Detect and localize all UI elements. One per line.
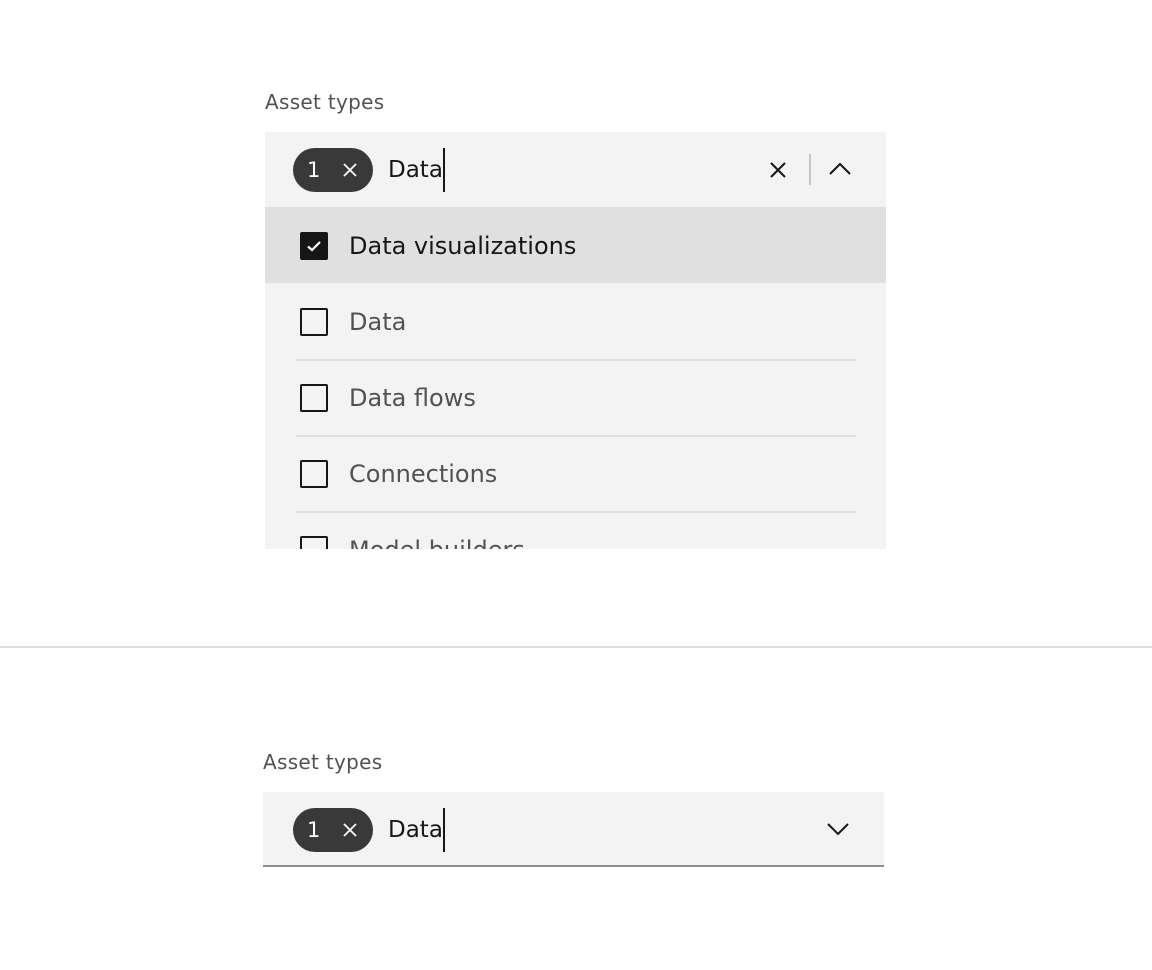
chevron-up-icon[interactable] — [827, 158, 853, 180]
selection-count: 1 — [307, 818, 321, 842]
menu-item[interactable]: Model builders — [265, 511, 886, 549]
selection-count-tag: 1 — [293, 808, 373, 852]
divider — [296, 511, 856, 513]
text-cursor — [442, 808, 445, 852]
divider — [296, 359, 856, 361]
filter-input[interactable]: Data — [388, 808, 445, 852]
menu-item-label: Data — [349, 308, 407, 336]
separator — [809, 154, 811, 185]
multiselect-field-closed[interactable]: 1 Data — [263, 792, 884, 867]
checkbox[interactable] — [300, 384, 328, 412]
multiselect-field-open[interactable]: 1 Data — [265, 132, 886, 207]
close-icon[interactable] — [341, 161, 359, 179]
close-icon[interactable] — [341, 821, 359, 839]
selection-count: 1 — [307, 158, 321, 182]
menu-item-label: Data visualizations — [349, 232, 577, 260]
text-cursor — [442, 148, 445, 192]
checkbox[interactable] — [300, 308, 328, 336]
menu-item[interactable]: Data flows — [265, 359, 886, 435]
divider — [296, 435, 856, 437]
checkmark-icon — [307, 241, 321, 252]
section-divider — [0, 646, 1152, 648]
chevron-down-icon[interactable] — [825, 818, 851, 840]
selection-count-tag: 1 — [293, 148, 373, 192]
filter-input[interactable]: Data — [388, 148, 445, 192]
menu-item-label: Model builders — [349, 531, 525, 549]
dropdown-menu: Data visualizations Data Data flows Conn… — [265, 207, 886, 549]
checkbox-checked[interactable] — [300, 232, 328, 260]
filter-input-value: Data — [388, 157, 443, 183]
field-label: Asset types — [265, 90, 385, 114]
menu-item[interactable]: Data visualizations — [265, 207, 886, 283]
field-label: Asset types — [263, 750, 383, 774]
filter-input-value: Data — [388, 817, 443, 843]
checkbox[interactable] — [300, 536, 328, 549]
checkbox[interactable] — [300, 460, 328, 488]
menu-item[interactable]: Data — [265, 283, 886, 359]
close-icon[interactable] — [767, 159, 789, 181]
menu-item[interactable]: Connections — [265, 435, 886, 511]
menu-item-label: Data flows — [349, 384, 476, 412]
menu-item-label: Connections — [349, 460, 498, 488]
